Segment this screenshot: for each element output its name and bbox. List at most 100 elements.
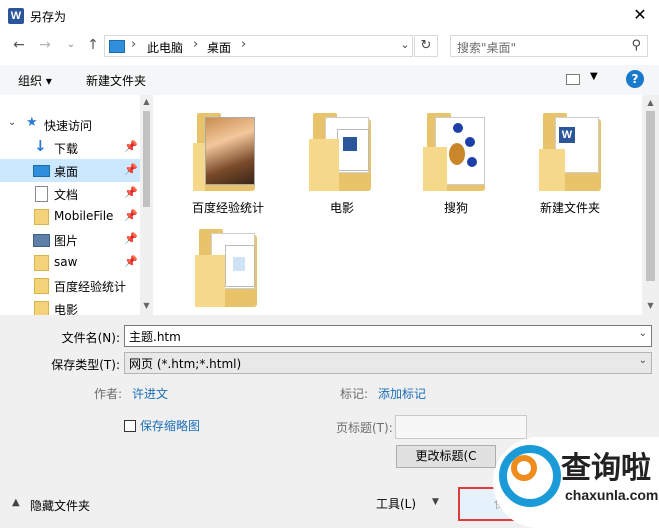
nav-item-pictures[interactable]: 图片 📌 [0,228,140,251]
folder-logo-icon [421,113,491,193]
nav-item-documents[interactable]: 文档 📌 [0,182,140,205]
content-scrollbar[interactable]: ▲ ▼ [642,95,659,315]
author-value[interactable]: 许进文 [132,385,168,402]
star-icon: ★ [26,115,38,130]
nav-item-movies[interactable]: 电影 [0,297,140,315]
folder-icon [34,278,49,294]
tools-dropdown-icon[interactable]: ▼ [432,497,439,507]
scroll-up-icon[interactable]: ▲ [140,97,153,106]
forward-arrow-icon[interactable]: → [36,36,54,54]
pin-icon[interactable]: 📌 [124,209,138,222]
filename-input[interactable]: 主题.htm ⌄ [124,325,652,347]
nav-label: 下载 [54,142,79,156]
breadcrumb-desktop[interactable]: 桌面 [207,39,231,56]
view-options-icon[interactable] [566,74,580,85]
pin-icon[interactable]: 📌 [124,163,138,176]
search-placeholder: 搜索"桌面" [457,41,517,55]
new-folder-button[interactable]: 新建文件夹 [86,72,146,89]
command-bar: 组织 ▾ 新建文件夹 ▼ ? [0,65,659,95]
file-label: 搜狗 [443,201,468,215]
scroll-up-icon[interactable]: ▲ [642,98,659,107]
refresh-icon[interactable]: ↻ [414,35,438,57]
filetype-label: 保存类型(T): [51,358,120,372]
page-title-input[interactable] [395,415,527,439]
download-icon: ↓ [34,137,47,155]
folder-docs-icon [193,229,263,309]
file-label: 新建文件夹 [539,201,600,215]
title-bar: W 另存为 ✕ [0,0,659,31]
window-title: 另存为 [30,10,67,24]
view-dropdown-icon[interactable]: ▼ [590,71,598,82]
nav-label: 电影 [54,303,79,315]
search-icon[interactable]: ⚲ [631,38,641,53]
chevron-right-icon[interactable]: › [131,37,136,52]
watermark-en: chaxunla.com [565,487,659,503]
folder-icon [34,209,49,225]
nav-item-downloads[interactable]: ↓ 下载 📌 [0,136,140,159]
folder-word-icon: W [537,113,607,193]
folder-docs-icon [307,113,377,193]
pin-icon[interactable]: 📌 [124,186,138,199]
hide-folders-button[interactable]: 隐藏文件夹 [30,497,90,514]
filename-label: 文件名(N): [61,331,120,345]
pictures-icon [33,234,50,247]
change-title-button[interactable]: 更改标题(C [396,445,496,468]
pin-icon[interactable]: 📌 [124,255,138,268]
scroll-down-icon[interactable]: ▼ [140,301,153,310]
nav-scrollbar[interactable]: ▲ ▼ [140,95,153,315]
folder-icon [34,255,49,271]
nav-item-desktop[interactable]: 桌面 📌 [0,159,140,182]
nav-label: MobileFile [54,209,114,223]
file-item[interactable]: 百度经验统计 [173,113,283,223]
back-arrow-icon[interactable]: ← [10,36,28,54]
page-title-label: 页标题(T): [336,421,393,435]
file-label: 百度经验统计 [191,201,264,215]
nav-label: saw [54,255,78,269]
tools-button[interactable]: 工具(L) [376,495,416,512]
file-item[interactable]: 电影 [287,113,397,223]
folder-icon [34,301,49,315]
chevron-up-icon[interactable]: ▲ [12,497,20,508]
file-item[interactable] [173,229,283,315]
nav-label: 百度经验统计 [54,280,127,294]
scroll-down-icon[interactable]: ▼ [642,301,659,310]
file-list: 百度经验统计 电影 搜狗 W 新建文件夹 ▲ ▼ [155,95,659,315]
add-tags-link[interactable]: 添加标记 [378,385,426,402]
nav-label: 文档 [54,188,79,202]
address-bar[interactable]: › 此电脑 › 桌面 › [104,35,413,57]
search-box[interactable]: 搜索"桌面" ⚲ [450,35,648,57]
recent-locations-chevron-icon[interactable]: ⌄ [62,36,80,54]
chevron-right-icon[interactable]: › [193,37,198,52]
pin-icon[interactable]: 📌 [124,140,138,153]
expand-chevron-icon[interactable]: ⌄ [8,117,16,128]
folder-photo-icon [191,113,261,193]
close-icon[interactable]: ✕ [628,3,652,27]
file-item[interactable]: W 新建文件夹 [515,113,625,223]
file-item[interactable]: 搜狗 [401,113,511,223]
nav-item-saw[interactable]: saw 📌 [0,251,140,274]
chevron-right-icon[interactable]: › [241,37,246,52]
help-icon[interactable]: ? [626,70,644,88]
navigation-pane: ⌄ ★ 快速访问 ↓ 下载 📌 桌面 📌 文档 📌 MobileFile 📌 图… [0,95,153,315]
pin-icon[interactable]: 📌 [124,232,138,245]
save-thumbnail-checkbox[interactable] [124,420,136,432]
up-arrow-icon[interactable]: ↑ [84,36,102,54]
save-thumbnail-label[interactable]: 保存缩略图 [140,417,200,434]
tags-label: 标记: [340,387,369,401]
nav-scroll-thumb[interactable] [143,111,150,207]
organize-button[interactable]: 组织 ▾ [18,72,52,89]
breadcrumb-this-pc[interactable]: 此电脑 [147,39,183,56]
chevron-down-icon[interactable]: ⌄ [639,355,647,366]
nav-quick-access[interactable]: ⌄ ★ 快速访问 [0,113,140,136]
filetype-select[interactable]: 网页 (*.htm;*.html) ⌄ [124,352,652,374]
logo-inner-circle-icon [511,455,537,481]
filetype-value: 网页 (*.htm;*.html) [129,357,242,371]
nav-item-baidu-stats[interactable]: 百度经验统计 [0,274,140,297]
content-scroll-thumb[interactable] [646,111,655,281]
document-icon [35,186,48,202]
chevron-down-icon[interactable]: ⌄ [639,328,647,339]
watermark: 查询啦 chaxunla.com [493,437,659,528]
word-app-icon: W [8,8,24,24]
nav-label: 图片 [54,234,79,248]
nav-item-mobilefile[interactable]: MobileFile 📌 [0,205,140,228]
